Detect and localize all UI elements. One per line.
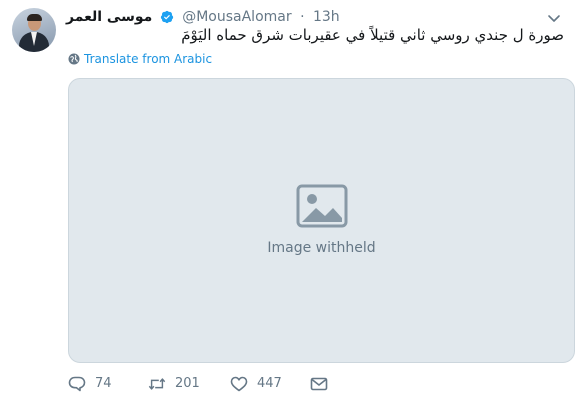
image-icon <box>296 184 348 228</box>
globe-icon <box>68 53 80 65</box>
reply-button[interactable]: 74 <box>68 374 128 394</box>
direct-message-button[interactable] <box>310 374 330 394</box>
reply-icon <box>68 376 86 392</box>
retweet-icon <box>148 378 166 390</box>
like-count: 447 <box>257 376 282 391</box>
verified-badge-icon <box>160 10 174 24</box>
avatar[interactable] <box>12 8 56 52</box>
tweet-header: موسى العمر @MousaAlomar · 13h <box>66 8 340 26</box>
author-handle[interactable]: @MousaAlomar <box>182 8 291 26</box>
translate-label: Translate from Arabic <box>84 52 213 66</box>
tweet-actions: 74 201 447 <box>68 374 368 394</box>
author-display-name[interactable]: موسى العمر <box>66 8 152 26</box>
tweet-media[interactable]: Image withheld <box>68 78 575 363</box>
chevron-down-icon[interactable] <box>546 10 562 22</box>
heart-icon <box>230 376 248 392</box>
envelope-icon <box>310 377 328 391</box>
tweet: موسى العمر @MousaAlomar · 13h صورة ل جند… <box>0 0 582 400</box>
media-withheld-label: Image withheld <box>267 240 376 256</box>
translate-link[interactable]: Translate from Arabic <box>68 51 212 67</box>
separator-dot: · <box>300 9 305 25</box>
retweet-button[interactable]: 201 <box>148 374 218 394</box>
reply-count: 74 <box>95 376 112 391</box>
like-button[interactable]: 447 <box>230 374 300 394</box>
retweet-count: 201 <box>175 376 200 391</box>
timestamp[interactable]: 13h <box>313 8 340 26</box>
tweet-text: صورة ل جندي روسي ثاني قتيلاً في عقيربات … <box>181 26 564 44</box>
